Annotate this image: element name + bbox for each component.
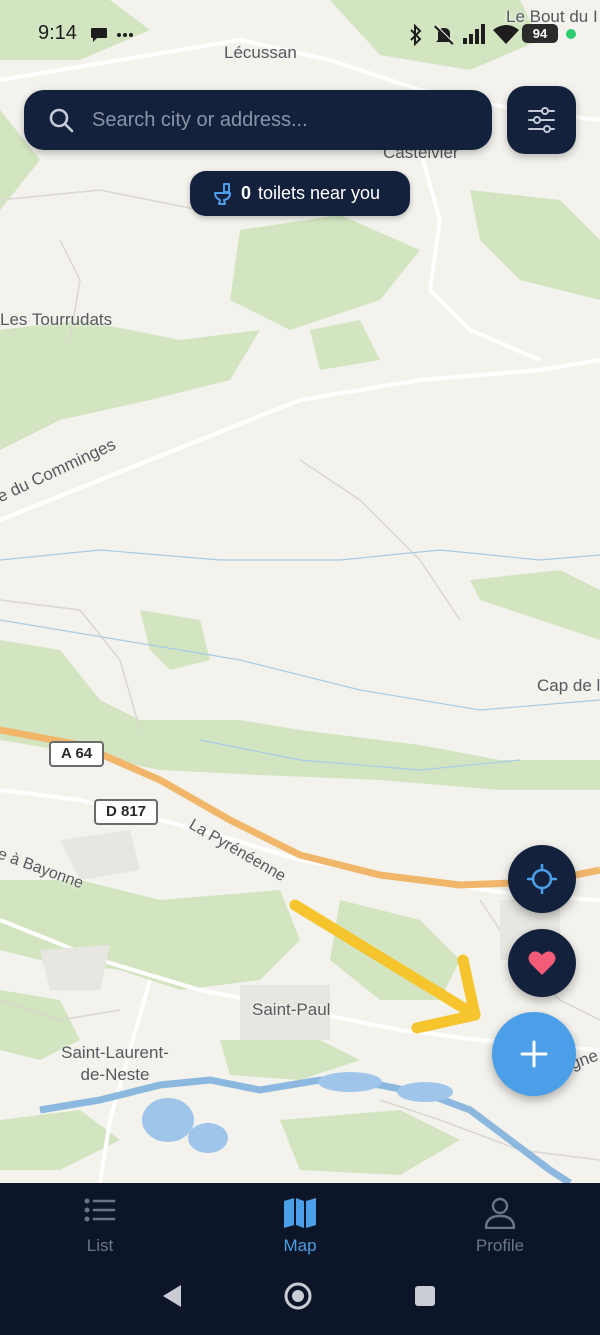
crosshair-icon: [527, 864, 557, 894]
map-icon: [284, 1198, 316, 1228]
system-navigation-bar: [0, 1271, 600, 1335]
favorites-button[interactable]: [508, 929, 576, 997]
nav-item-list[interactable]: List: [0, 1183, 200, 1271]
place-label: Les Tourrudats: [0, 310, 113, 329]
locate-me-button[interactable]: [508, 845, 576, 913]
profile-icon: [484, 1197, 516, 1229]
back-icon[interactable]: [160, 1283, 184, 1309]
road-badge-a64: A 64: [49, 741, 105, 767]
search-bar[interactable]: [24, 90, 492, 150]
toilets-count: 0: [241, 183, 252, 203]
place-label-line: Saint-Laurent-: [61, 1043, 169, 1062]
add-toilet-button[interactable]: [492, 1012, 576, 1096]
privacy-indicator-dot: [566, 29, 576, 39]
status-time: 9:14: [38, 22, 77, 44]
bottom-navigation: List Map Profile: [0, 1183, 600, 1271]
nav-label: Profile: [475, 1236, 525, 1255]
search-input[interactable]: [92, 90, 472, 150]
sliders-icon: [528, 107, 555, 133]
toilet-icon: [214, 183, 231, 205]
more-dots-icon: [117, 33, 133, 37]
place-label-line: de-Neste: [80, 1065, 150, 1084]
search-icon: [49, 108, 74, 133]
nav-item-profile[interactable]: Profile: [400, 1183, 600, 1271]
status-bar: 9:14 94: [0, 0, 600, 68]
filter-button[interactable]: [507, 86, 576, 154]
list-icon: [84, 1198, 116, 1222]
battery-icon: 94: [522, 24, 558, 43]
annotation-arrow: [289, 899, 481, 1034]
toilets-nearby-pill: 0 toilets near you: [190, 171, 410, 216]
recents-icon[interactable]: [414, 1285, 436, 1307]
plus-icon: [520, 1040, 548, 1068]
nav-label: List: [86, 1236, 114, 1255]
road-badge-d817: D 817: [94, 799, 159, 825]
signal-icon: [463, 24, 485, 44]
nav-label: Map: [283, 1236, 317, 1255]
wifi-icon: [493, 25, 519, 44]
heart-icon: [528, 951, 556, 975]
nav-item-map[interactable]: Map: [200, 1183, 400, 1271]
place-label: Saint-Laurent- de-Neste: [50, 1042, 180, 1086]
place-label: Cap de l: [537, 676, 600, 695]
bluetooth-icon: [410, 24, 422, 46]
toilets-label: toilets near you: [258, 183, 381, 203]
home-icon[interactable]: [283, 1281, 313, 1311]
muted-bell-icon: [434, 24, 455, 45]
chat-bubble-icon: [91, 28, 107, 42]
